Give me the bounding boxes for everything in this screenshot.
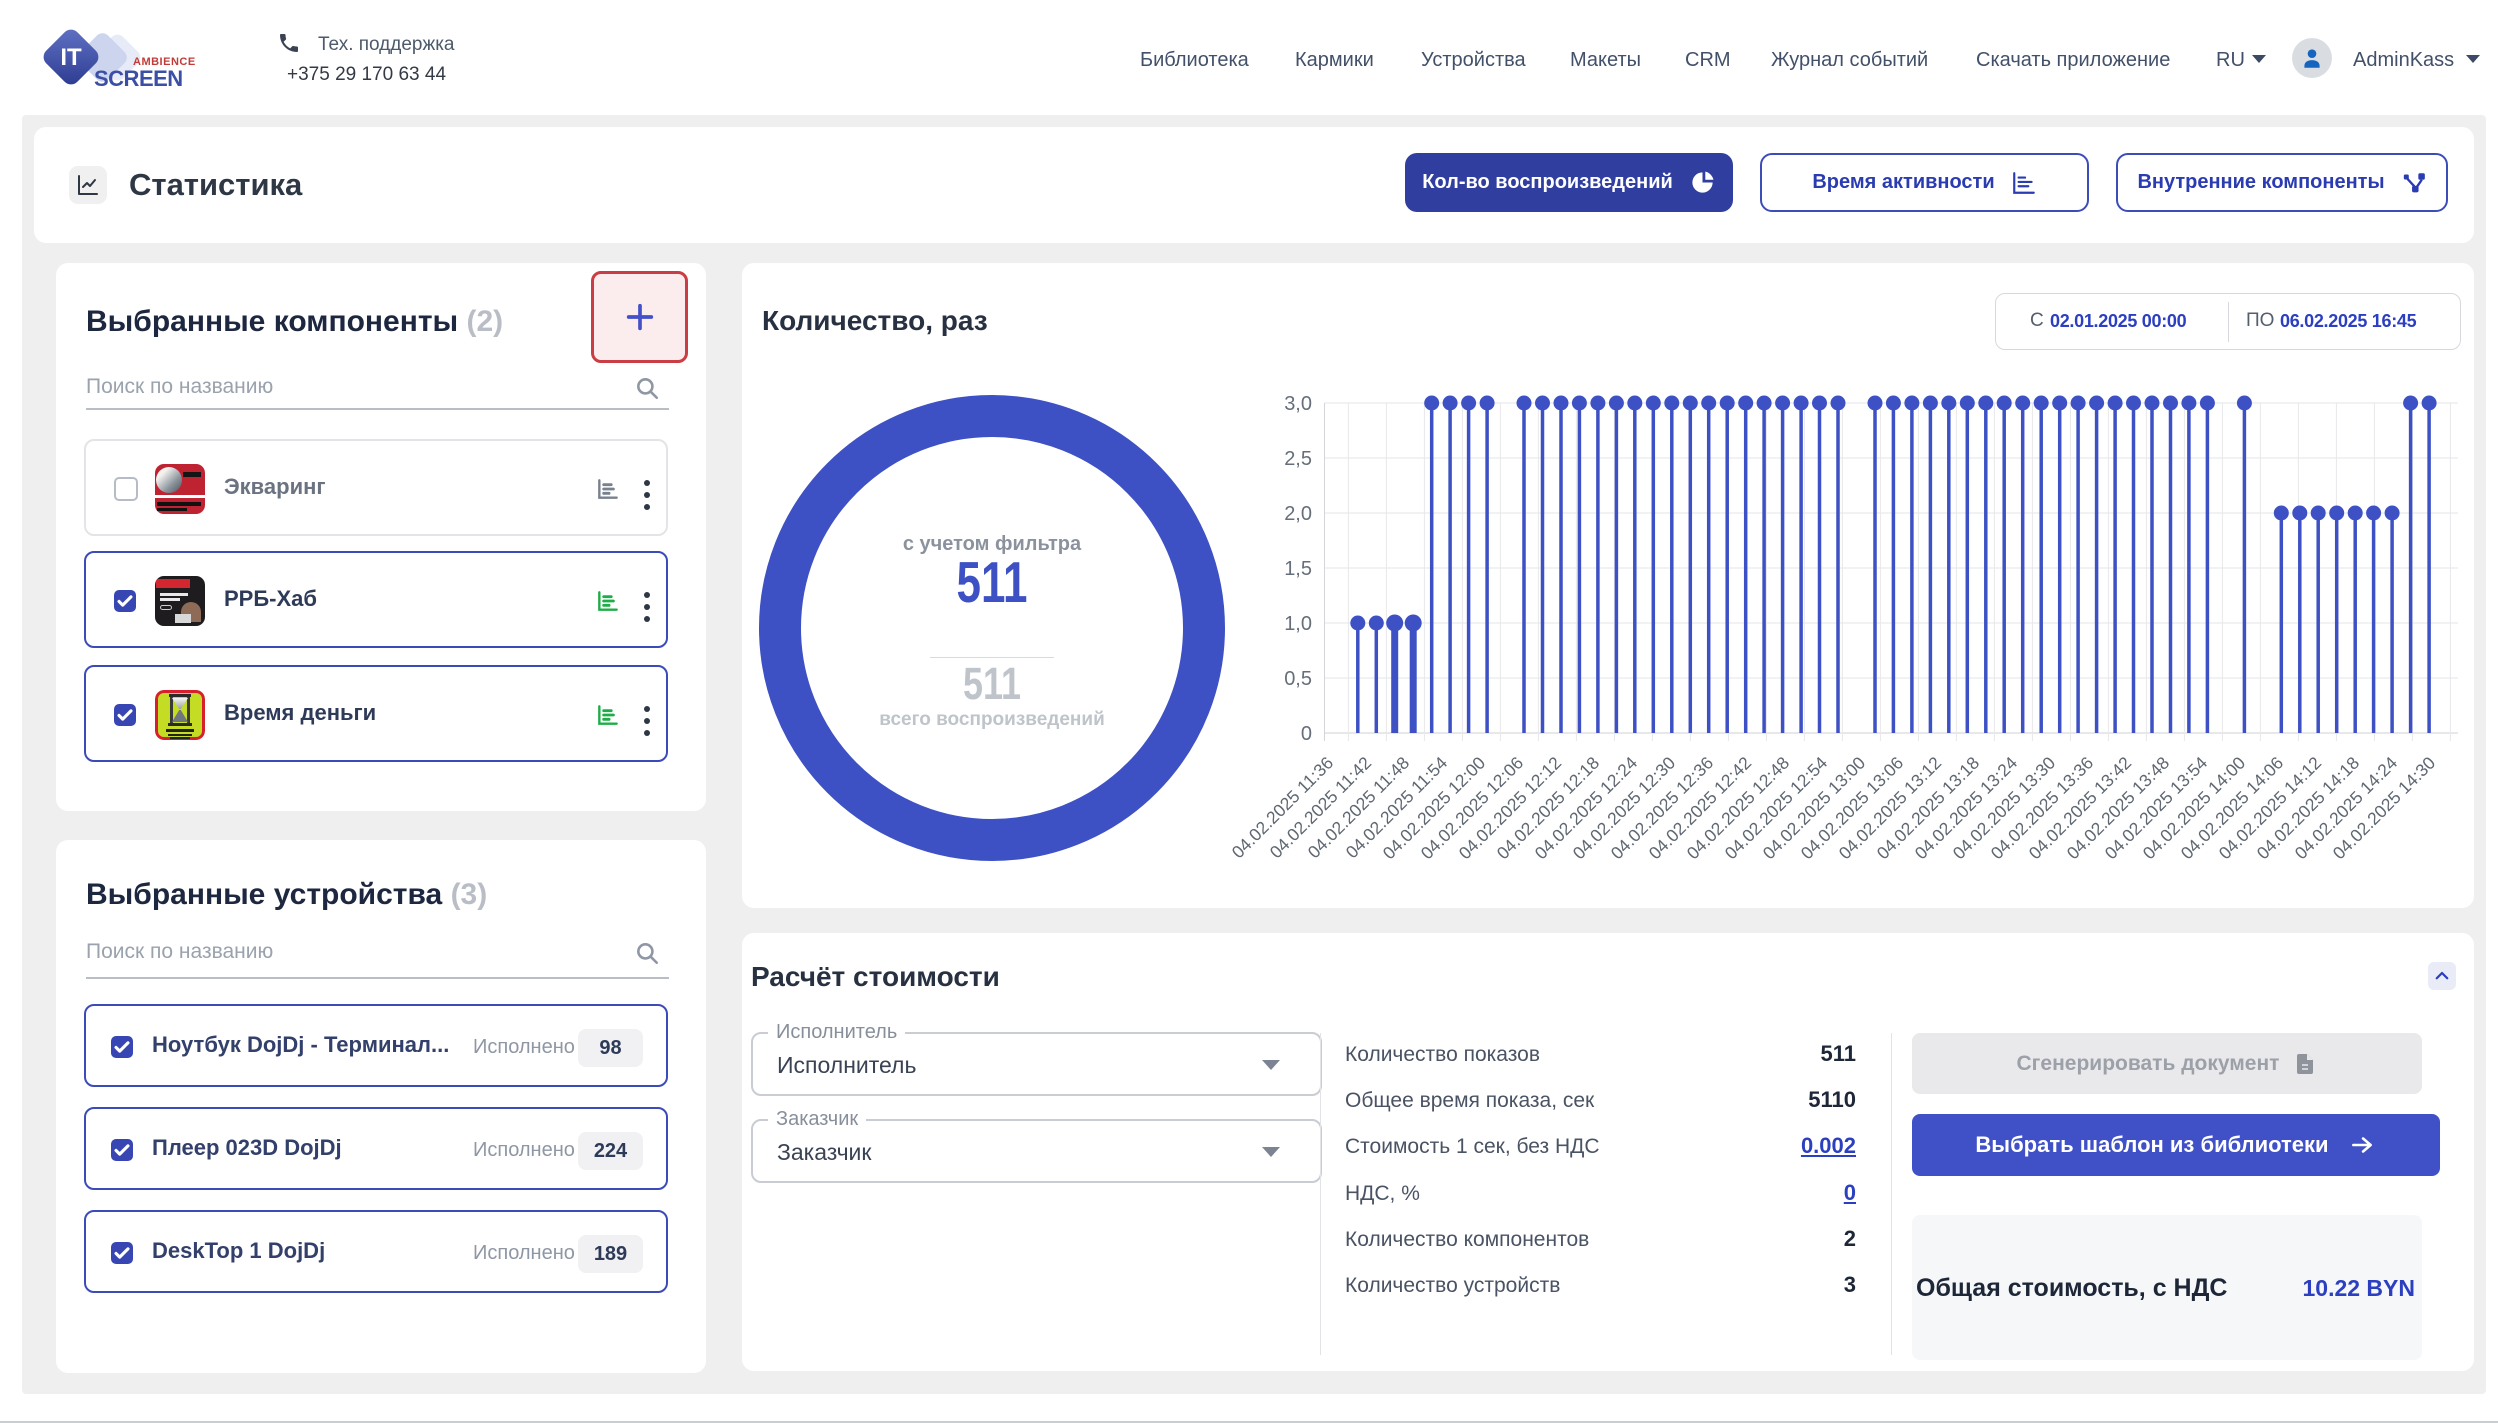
svg-text:1,0: 1,0 — [1284, 613, 1312, 635]
svg-text:0,5: 0,5 — [1284, 668, 1312, 690]
svg-text:2,0: 2,0 — [1284, 503, 1312, 525]
svg-text:2,5: 2,5 — [1284, 448, 1312, 470]
svg-text:0: 0 — [1301, 723, 1312, 745]
svg-text:1,5: 1,5 — [1284, 558, 1312, 580]
svg-text:3,0: 3,0 — [1284, 393, 1312, 415]
